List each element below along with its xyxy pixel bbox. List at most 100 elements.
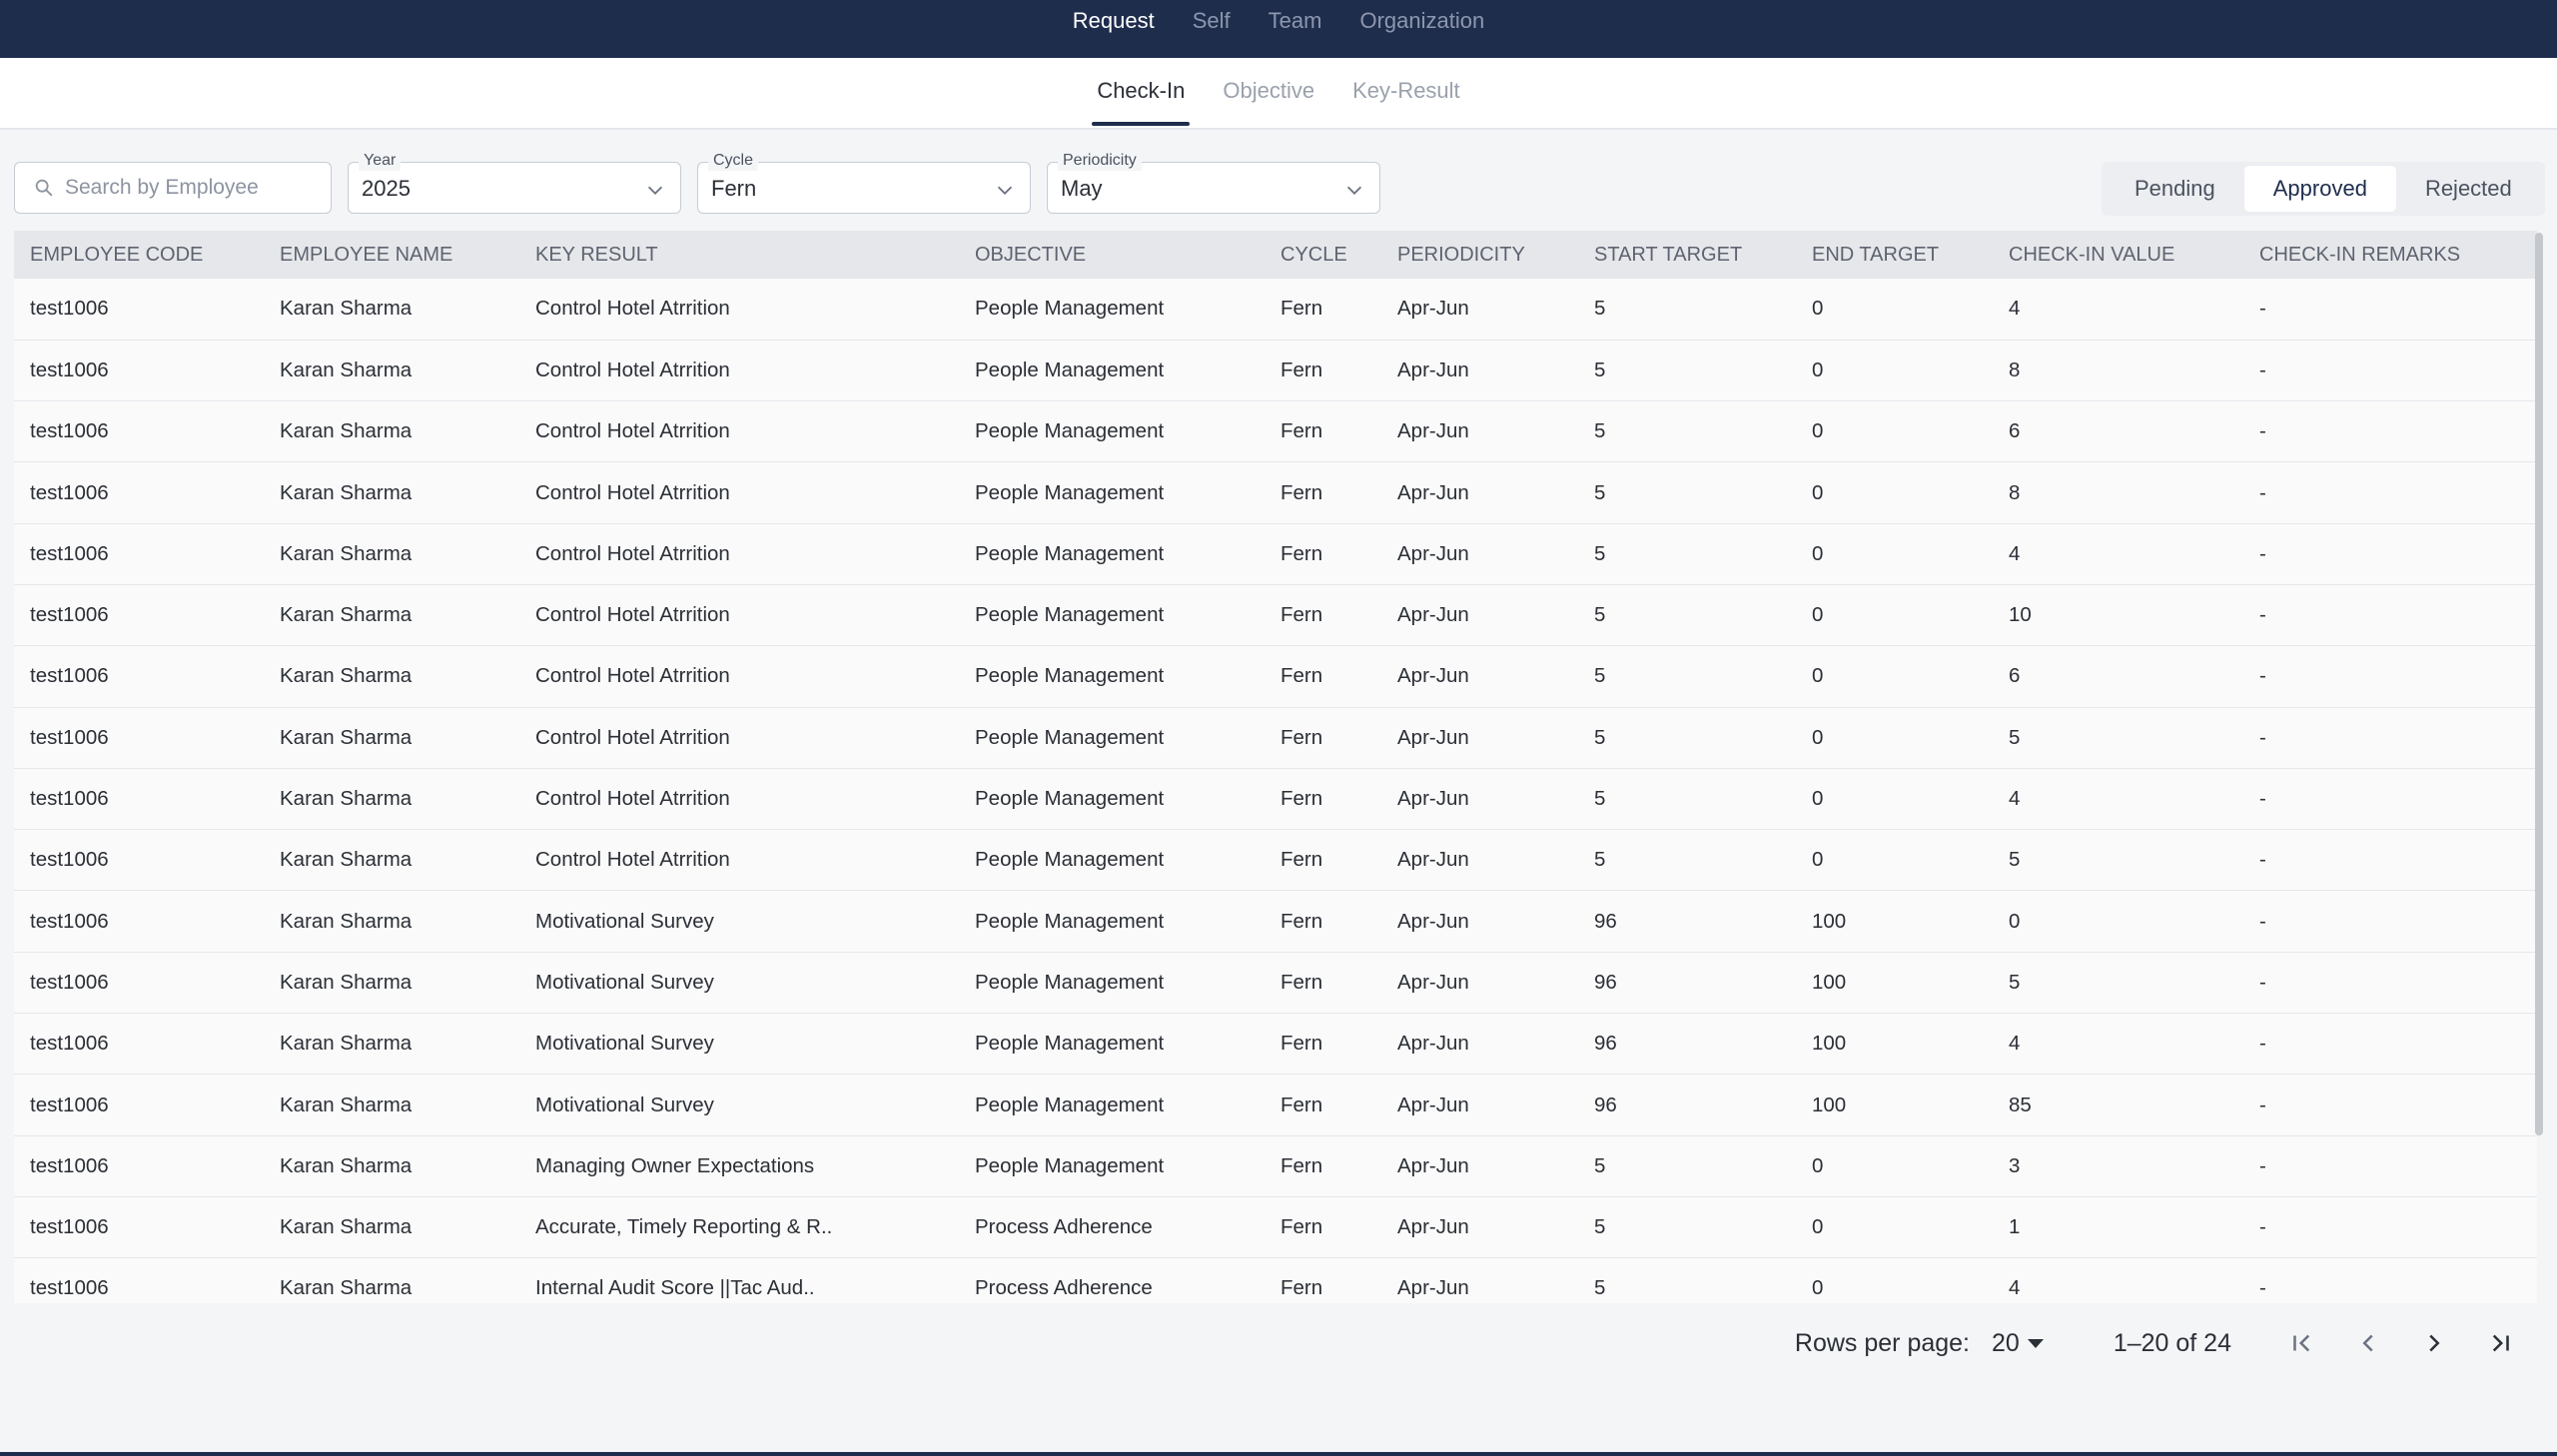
cell-end-target: 0	[1812, 419, 1824, 443]
previous-page-button[interactable]	[2335, 1318, 2401, 1368]
table-row[interactable]: test1006 Karan Sharma Motivational Survey P…	[14, 890, 2537, 953]
cell-check-in-remarks: -	[2259, 909, 2266, 933]
column-header-start-target: START TARGET	[1594, 243, 1743, 266]
sub-tabs: Check-In Objective Key-Result	[0, 58, 2557, 130]
first-page-button[interactable]	[2269, 1318, 2335, 1368]
column-header-cycle: CYCLE	[1280, 243, 1347, 266]
search-input[interactable]	[65, 176, 325, 200]
cell-key-result: Motivational Survey	[535, 1032, 714, 1056]
cell-cycle: Fern	[1280, 419, 1323, 443]
table-row[interactable]: test1006 Karan Sharma Control Hotel Atrrit…	[14, 523, 2537, 585]
cell-periodicity: Apr-Jun	[1397, 1276, 1469, 1300]
table-row[interactable]: test1006 Karan Sharma Control Hotel Atrrit…	[14, 584, 2537, 646]
search-box	[14, 162, 332, 214]
table-row[interactable]: test1006 Karan Sharma Control Hotel Atrrit…	[14, 829, 2537, 891]
nav-request[interactable]: Request	[1054, 8, 1174, 34]
cell-objective: Process Adherence	[975, 1215, 1153, 1239]
table-row[interactable]: test1006 Karan Sharma Accurate, Timely Rep…	[14, 1196, 2537, 1258]
cell-cycle: Fern	[1280, 1032, 1323, 1056]
year-label: Year	[359, 151, 402, 171]
nav-self[interactable]: Self	[1174, 8, 1250, 34]
chevron-right-icon	[2429, 1334, 2440, 1352]
table-row[interactable]: test1006 Karan Sharma Managing Owner Expec…	[14, 1135, 2537, 1197]
column-header-objective: OBJECTIVE	[975, 243, 1087, 266]
cell-check-in-remarks: -	[2259, 1215, 2266, 1239]
table-row[interactable]: test1006 Karan Sharma Internal Audit Score…	[14, 1257, 2537, 1303]
cell-employee-name: Karan Sharma	[280, 1215, 413, 1239]
cell-periodicity: Apr-Jun	[1397, 1153, 1469, 1177]
cell-start-target: 5	[1594, 848, 1606, 872]
cell-start-target: 5	[1594, 725, 1606, 749]
next-page-button[interactable]	[2401, 1318, 2467, 1368]
cell-key-result: Control Hotel Atrrition	[535, 419, 730, 443]
table-row[interactable]: test1006 Karan Sharma Control Hotel Atrrit…	[14, 340, 2537, 401]
cell-key-result: Internal Audit Score ||Tac Aud..	[535, 1276, 815, 1300]
cell-employee-code: test1006	[30, 725, 109, 749]
table-row[interactable]: test1006 Karan Sharma Motivational Survey P…	[14, 1013, 2537, 1075]
status-approved-button[interactable]: Approved	[2243, 166, 2396, 212]
cell-employee-code: test1006	[30, 480, 109, 504]
year-select[interactable]: Year 2025	[348, 151, 681, 214]
cell-check-in-remarks: -	[2259, 664, 2266, 688]
cell-start-target: 5	[1594, 1276, 1606, 1300]
cell-periodicity: Apr-Jun	[1397, 541, 1469, 565]
cell-employee-name: Karan Sharma	[280, 1032, 413, 1056]
table-row[interactable]: test1006 Karan Sharma Control Hotel Atrrit…	[14, 461, 2537, 524]
cell-employee-code: test1006	[30, 541, 109, 565]
table-row[interactable]: test1006 Karan Sharma Control Hotel Atrrit…	[14, 279, 2537, 341]
cell-check-in-remarks: -	[2259, 1032, 2266, 1056]
cell-cycle: Fern	[1280, 848, 1323, 872]
cell-periodicity: Apr-Jun	[1397, 1032, 1469, 1056]
rows-per-page-select[interactable]: 20	[1992, 1329, 2044, 1358]
cell-check-in-value: 3	[2009, 1153, 2021, 1177]
tab-objective[interactable]: Objective	[1204, 58, 1333, 126]
table-row[interactable]: test1006 Karan Sharma Control Hotel Atrrit…	[14, 400, 2537, 462]
cell-employee-code: test1006	[30, 419, 109, 443]
cell-end-target: 0	[1812, 725, 1824, 749]
tab-check-in[interactable]: Check-In	[1078, 58, 1204, 126]
cell-employee-name: Karan Sharma	[280, 541, 413, 565]
cell-periodicity: Apr-Jun	[1397, 787, 1469, 811]
cell-key-result: Motivational Survey	[535, 1092, 714, 1116]
status-pending-button[interactable]: Pending	[2106, 166, 2244, 212]
cell-employee-code: test1006	[30, 1153, 109, 1177]
cell-key-result: Control Hotel Atrrition	[535, 480, 730, 504]
table-scrollbar[interactable]	[2535, 233, 2543, 1135]
cell-cycle: Fern	[1280, 664, 1323, 688]
column-header-periodicity: PERIODICITY	[1397, 243, 1525, 266]
cell-objective: People Management	[975, 848, 1165, 872]
cell-end-target: 0	[1812, 787, 1824, 811]
cell-key-result: Managing Owner Expectations	[535, 1153, 815, 1177]
tab-key-result[interactable]: Key-Result	[1333, 58, 1479, 126]
cell-cycle: Fern	[1280, 1215, 1323, 1239]
cell-periodicity: Apr-Jun	[1397, 358, 1469, 381]
cell-start-target: 5	[1594, 419, 1606, 443]
periodicity-label: Periodicity	[1058, 151, 1142, 171]
table-row[interactable]: test1006 Karan Sharma Motivational Survey P…	[14, 952, 2537, 1014]
cell-cycle: Fern	[1280, 725, 1323, 749]
first-page-icon	[2293, 1334, 2310, 1352]
table-row[interactable]: test1006 Karan Sharma Motivational Survey P…	[14, 1074, 2537, 1136]
cell-key-result: Control Hotel Atrrition	[535, 297, 730, 321]
cell-periodicity: Apr-Jun	[1397, 1215, 1469, 1239]
cell-end-target: 0	[1812, 664, 1824, 688]
table-row[interactable]: test1006 Karan Sharma Control Hotel Atrrit…	[14, 707, 2537, 769]
column-header-key-result: KEY RESULT	[535, 243, 658, 266]
table-row[interactable]: test1006 Karan Sharma Control Hotel Atrrit…	[14, 768, 2537, 830]
cycle-select[interactable]: Cycle Fern	[697, 151, 1031, 214]
table-row[interactable]: test1006 Karan Sharma Control Hotel Atrrit…	[14, 645, 2537, 708]
cell-cycle: Fern	[1280, 970, 1323, 994]
cell-end-target: 0	[1812, 1153, 1824, 1177]
nav-organization[interactable]: Organization	[1340, 8, 1503, 34]
cell-check-in-remarks: -	[2259, 1276, 2266, 1300]
periodicity-select[interactable]: Periodicity May	[1047, 151, 1380, 214]
cell-check-in-remarks: -	[2259, 541, 2266, 565]
cell-start-target: 96	[1594, 1032, 1617, 1056]
status-rejected-button[interactable]: Rejected	[2396, 166, 2541, 212]
nav-team[interactable]: Team	[1250, 8, 1341, 34]
cell-objective: People Management	[975, 419, 1165, 443]
cell-objective: People Management	[975, 603, 1165, 627]
last-page-button[interactable]	[2467, 1318, 2533, 1368]
cell-employee-code: test1006	[30, 1215, 109, 1239]
cycle-value: Fern	[711, 176, 757, 201]
